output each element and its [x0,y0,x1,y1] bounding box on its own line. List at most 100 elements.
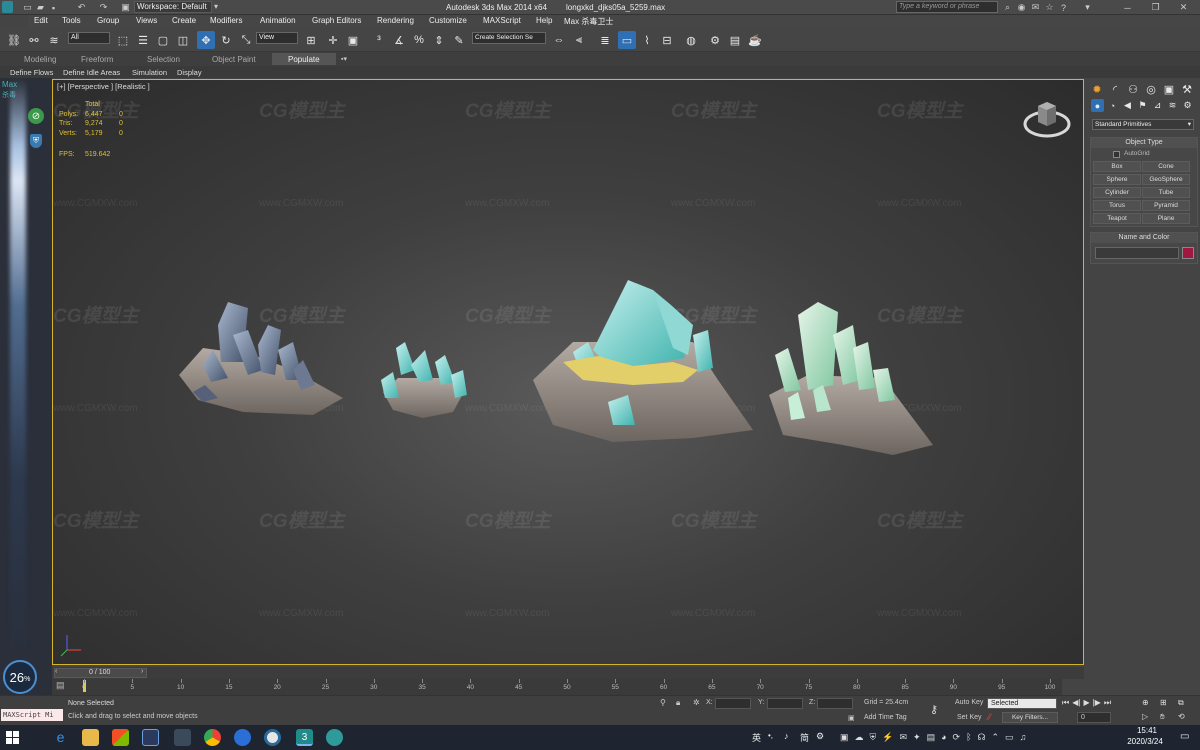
maxscript-listener[interactable]: MAXScript Mi [1,709,63,721]
tray-network-icon[interactable]: ▭ [1005,732,1014,743]
ime-mic-icon[interactable]: ♪ [784,731,789,741]
app-window-icon[interactable] [174,729,191,746]
tray-folder-icon[interactable]: ▤ [927,732,936,743]
x-coord-field[interactable] [715,698,751,709]
windows-start-icon[interactable] [6,731,20,745]
define-idle-areas-button[interactable]: Define Idle Areas [63,68,120,77]
selection-lock-icon[interactable]: ⚲ [660,698,666,707]
disc-app-icon[interactable] [264,729,281,746]
torus-button[interactable]: Torus [1093,200,1141,211]
geometry-icon[interactable]: ● [1091,99,1104,112]
menu-tools[interactable]: Tools [62,16,81,25]
key-icon[interactable]: ⚷ [930,703,938,716]
ime-mode[interactable]: 简 [800,731,809,744]
angle-snap-icon[interactable]: ∡ [390,31,408,49]
plane-button[interactable]: Plane [1142,213,1190,224]
zoom-all-icon[interactable]: ⊞ [1160,698,1167,707]
redo-icon[interactable]: ↷ [98,2,109,13]
geosphere-button[interactable]: GeoSphere [1142,174,1190,185]
ime-punct-icon[interactable]: •, [768,731,773,740]
perspective-viewport[interactable]: [+] [Perspective ] [Realistic ] Total Po… [52,79,1084,665]
time-next-arrow-icon[interactable]: › [141,668,143,675]
lights-icon[interactable]: ◀ [1121,99,1134,112]
tab-selection[interactable]: Selection [147,55,180,64]
define-flows-button[interactable]: Define Flows [10,68,53,77]
primitive-type-dropdown[interactable]: Standard Primitives ▾ [1092,119,1194,130]
crystal-rock-2[interactable] [381,342,467,418]
file-explorer-icon[interactable] [82,729,99,746]
chevron-down-icon[interactable]: ▾ [214,2,218,11]
select-rotate-icon[interactable]: ↻ [217,31,235,49]
display-button[interactable]: Display [177,68,202,77]
max-antivirus-taskbar-icon[interactable] [326,729,343,746]
bind-space-warp-icon[interactable]: ≋ [45,31,63,49]
object-name-input[interactable] [1095,247,1179,259]
cylinder-button[interactable]: Cylinder [1093,187,1141,198]
menu-group[interactable]: Group [97,16,119,25]
pan-view-icon[interactable]: ✋︎ [1160,712,1165,722]
material-editor-icon[interactable]: ◍ [682,31,700,49]
go-to-end-icon[interactable]: ⏭ [1104,698,1111,710]
store-icon[interactable] [112,729,129,746]
space-warps-icon[interactable]: ≋ [1166,99,1179,112]
tab-modeling[interactable]: Modeling [24,55,56,64]
ie-browser-icon[interactable]: e [52,729,69,746]
object-type-header[interactable]: Object Type [1091,138,1197,148]
monitor-app-icon[interactable] [142,729,159,746]
add-time-tag[interactable]: Add Time Tag [864,714,907,721]
unlink-icon[interactable]: ⚯ [25,31,43,49]
cone-button[interactable]: Cone [1142,161,1190,172]
play-icon[interactable]: ▶ [1083,698,1089,710]
menu-customize[interactable]: Customize [429,16,467,25]
cameras-icon[interactable]: ⚑ [1136,99,1149,112]
ime-language[interactable]: 英 [752,731,761,744]
shapes-icon[interactable]: ◔ [1106,99,1119,112]
link-icon[interactable]: ⛓ [5,31,23,49]
select-object-icon[interactable]: ⬚ [114,31,132,49]
menu-max-antivirus[interactable]: Max 杀毒卫士 [564,16,613,27]
keyboard-shortcut-icon[interactable]: ▣ [344,31,362,49]
go-to-start-icon[interactable]: ⏮ [1062,698,1069,710]
next-frame-icon[interactable]: |▶ [1093,698,1101,710]
tray-volume-icon[interactable]: ♫ [1020,732,1027,742]
tray-shield-icon[interactable]: ⛨ [870,732,877,743]
favorites-star-icon[interactable]: ☆ [1044,2,1055,13]
name-color-header[interactable]: Name and Color [1091,233,1197,243]
chrome-icon[interactable] [204,729,221,746]
key-mode-dropdown[interactable]: Selected [987,698,1057,709]
tab-populate-active[interactable]: Populate [272,53,336,65]
workspace-dropdown[interactable]: Workspace: Default [134,1,212,13]
modify-tab-icon[interactable]: ◜ [1107,81,1123,97]
menu-maxscript[interactable]: MAXScript [483,16,521,25]
minimize-icon[interactable]: ─ [1122,2,1133,13]
save-file-icon[interactable]: ▪ [48,2,59,13]
project-folder-icon[interactable]: ▣ [120,2,131,13]
curve-editor-icon[interactable]: ⌇ [638,31,656,49]
crystal-rock-3[interactable] [533,280,753,442]
pyramid-button[interactable]: Pyramid [1142,200,1190,211]
mini-curve-editor-icon[interactable]: ▤ [56,680,70,692]
selection-filter-dropdown[interactable]: All [68,32,110,44]
hierarchy-tab-icon[interactable]: ⚇ [1125,81,1141,97]
percent-snap-icon[interactable]: % [410,31,428,49]
3dsmax-taskbar-icon[interactable]: 3 [296,729,313,746]
rectangular-selection-icon[interactable]: ▢ [154,31,172,49]
menu-rendering[interactable]: Rendering [377,16,414,25]
notification-icon[interactable]: ▭ [1180,731,1189,742]
binoculars-icon[interactable]: ⌕ [1002,2,1013,13]
ribbon-options-icon[interactable]: ▪▾ [341,55,347,63]
time-tag-icon[interactable]: ▣ [848,714,855,722]
autogrid-checkbox[interactable] [1113,151,1120,158]
no-virus-icon[interactable]: ⊘ [28,108,44,124]
tray-star-icon[interactable]: ✦ [913,732,921,743]
graphite-ribbon-icon[interactable]: ▭ [618,31,636,49]
display-tab-icon[interactable]: ▣ [1161,81,1177,97]
shield-icon[interactable]: ⛨ [30,134,42,148]
select-by-name-icon[interactable]: ☰ [134,31,152,49]
tray-headset-icon[interactable]: ☊ [978,732,986,743]
zoom-icon[interactable]: ⊕ [1142,698,1149,707]
restore-icon[interactable]: ❐ [1150,2,1161,13]
set-key-button[interactable]: Set Key [957,714,982,721]
lock-icon[interactable]: 🔒︎ [676,698,680,708]
key-filters-button[interactable]: Key Filters... [1002,712,1058,723]
